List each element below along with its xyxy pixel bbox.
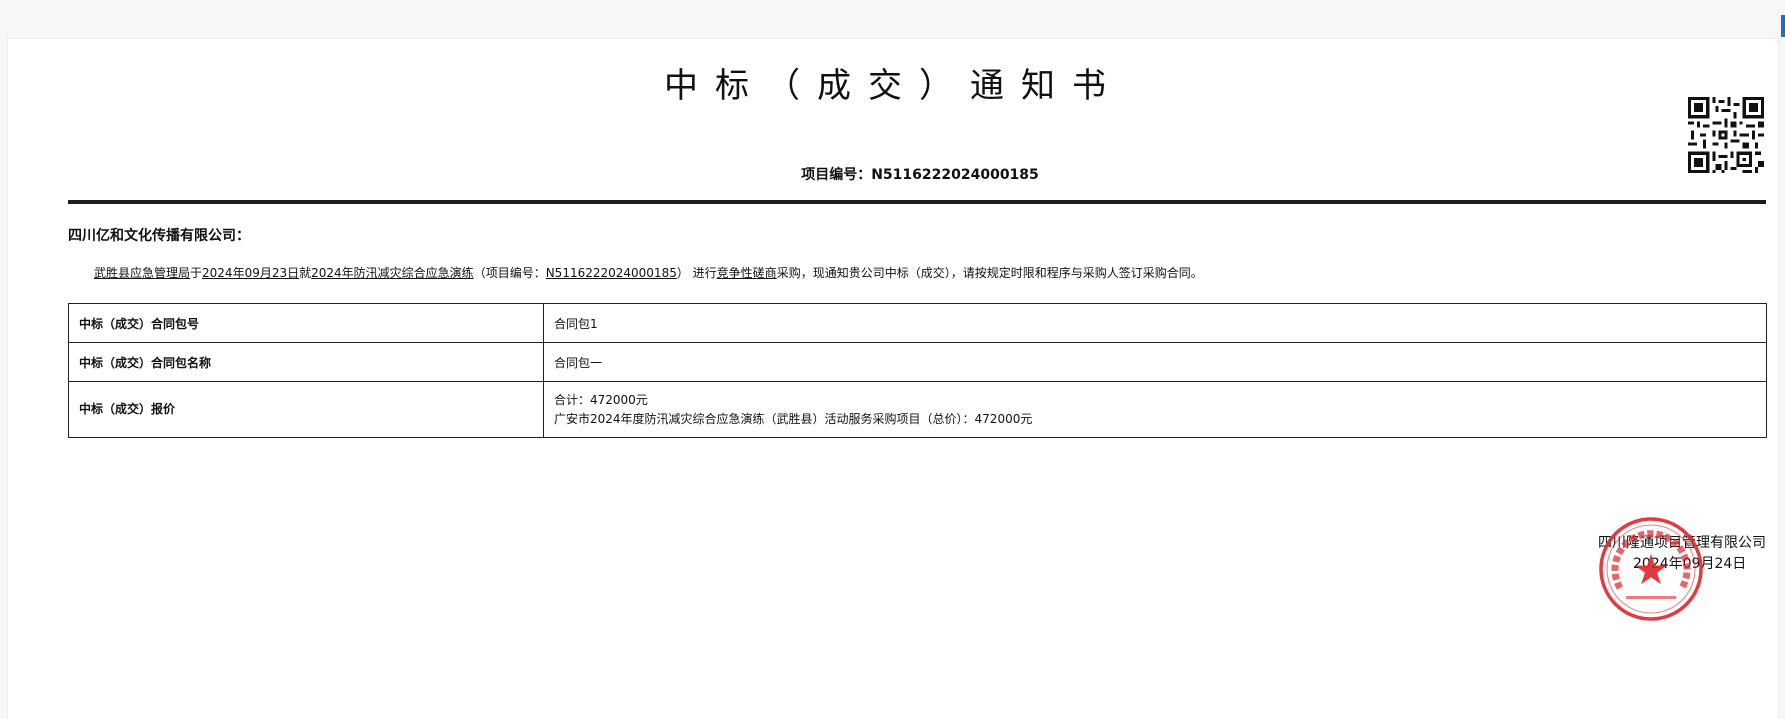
purchaser-name: 武胜县应急管理局 <box>94 266 191 280</box>
signature-date: 2024年09月24日 <box>1633 556 1747 572</box>
price-label: 中标（成交）报价 <box>68 381 544 438</box>
document-title: 中标（成交）通知书 <box>664 66 1123 106</box>
agency-name: 四川隆通项目管理有限公司 <box>1598 535 1766 551</box>
qr-code-icon <box>1688 97 1764 173</box>
body-preposition: 于 <box>190 266 203 280</box>
table-row: 中标（成交）合同包号 合同包1 <box>68 303 1767 343</box>
package-number-label: 中标（成交）合同包号 <box>68 303 544 343</box>
table-row: 中标（成交）报价 合计：472000元 广安市2024年度防汛减灾综合应急演练（… <box>68 381 1767 438</box>
body-rest: 采购，现通知贵公司中标（成交），请按规定时限和程序与采购人签订采购合同。 <box>776 266 1203 280</box>
package-name-label: 中标（成交）合同包名称 <box>68 342 544 382</box>
package-number-value: 合同包1 <box>543 303 1767 343</box>
project-no-suffix: ） 进行 <box>676 266 717 280</box>
package-name-value: 合同包一 <box>543 342 1767 382</box>
award-table: 中标（成交）合同包号 合同包1 中标（成交）合同包名称 合同包一 中标（成交）报… <box>68 303 1767 438</box>
project-number: 项目编号：N5116222024000185 <box>801 167 1039 183</box>
addressee: 四川亿和文化传播有限公司： <box>68 228 250 244</box>
notice-body: 武胜县应急管理局于2024年09月23日就2024年防汛减灾综合应急演练（项目编… <box>94 264 1203 281</box>
price-value: 合计：472000元 广安市2024年度防汛减灾综合应急演练（武胜县）活动服务采… <box>543 381 1767 438</box>
procurement-method: 竞争性磋商 <box>716 266 777 280</box>
project-name: 2024年防汛减灾综合应急演练 <box>311 266 474 280</box>
price-total: 合计：472000元 <box>554 392 648 407</box>
header-divider <box>68 200 1766 204</box>
project-no: N5116222024000185 <box>545 266 677 280</box>
table-row: 中标（成交）合同包名称 合同包一 <box>68 342 1767 382</box>
project-no-prefix: （项目编号： <box>473 266 546 280</box>
price-detail: 广安市2024年度防汛减灾综合应急演练（武胜县）活动服务采购项目（总价）：472… <box>554 411 1033 426</box>
scroll-indicator <box>1781 15 1785 37</box>
body-conjunction: 就 <box>299 266 312 280</box>
notice-date: 2024年09月23日 <box>202 266 300 280</box>
